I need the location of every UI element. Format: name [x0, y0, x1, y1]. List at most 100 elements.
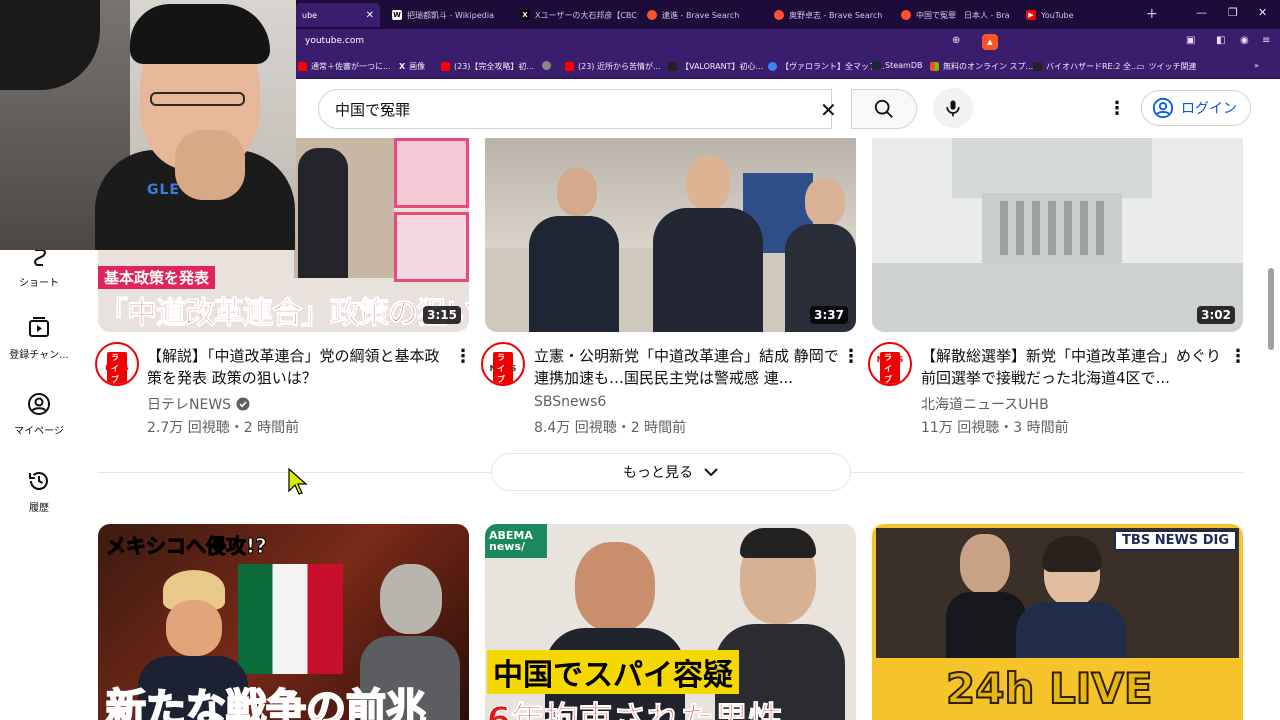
thumbnail-person [653, 156, 763, 332]
bookmark-label: 画像 [409, 62, 426, 71]
shirt-print: GLE [147, 182, 180, 198]
tab-label: 把瑞都凱斗 - Wikipedia [407, 10, 494, 20]
panel-icon[interactable]: ◧ [1216, 35, 1225, 46]
nav-item-shorts[interactable]: ショート [0, 248, 78, 289]
video-thumbnail[interactable]: ABEMA news/ 中国でスパイ容疑 6年拘束された男性 [485, 524, 856, 720]
maximize-icon[interactable]: ❐ [1228, 6, 1238, 19]
close-icon[interactable]: ✕ [366, 10, 374, 21]
bookmark-label: 【VALORANT】初心... [681, 62, 764, 71]
video-title[interactable]: 立憲・公明新党「中道改革連合」結成 静岡で連携加速も…国民民主党は警戒感 連..… [534, 345, 839, 389]
thumbnail-person [529, 168, 619, 332]
tab-youtube-active[interactable]: ube ✕ [296, 3, 380, 27]
thumbnail-panel [394, 212, 469, 282]
bookmark-folder[interactable]: ▭ ツイッチ関連 [1137, 61, 1197, 72]
video-thumbnail[interactable]: メキシコへ侵攻!? 新たな戦争の前兆 [98, 524, 469, 720]
thumbnail-caption: 「中道改革連合」政策の狙いは [98, 296, 469, 332]
menu-icon[interactable]: ≡ [1262, 35, 1270, 46]
settings-menu-icon[interactable]: ⋮ [1108, 98, 1126, 119]
login-button[interactable]: ログイン [1141, 90, 1251, 126]
bookmarks-overflow-icon[interactable]: » [1254, 61, 1259, 70]
thumbnail-tower [952, 138, 1152, 198]
youtube-icon: ▶ [1026, 10, 1036, 20]
page-scrollbar[interactable] [1268, 268, 1274, 350]
bookmark-label: ツイッチ関連 [1148, 62, 1197, 71]
video-meta: 11万 回視聴・3 時間前 [921, 420, 1069, 436]
folder-icon: ▭ [1137, 62, 1145, 71]
bookmark-label: (23)【完全攻略】初... [454, 62, 535, 71]
subscriptions-icon [29, 317, 49, 337]
video-menu-icon[interactable]: ⋮ [1229, 346, 1247, 367]
show-more-label: もっと見る [623, 465, 693, 481]
bookmark-label: SteamDB [885, 61, 923, 70]
live-badge: ライブ [493, 352, 513, 384]
video-thumbnail[interactable]: 3:37 [485, 138, 856, 332]
video-menu-icon[interactable]: ⋮ [842, 346, 860, 367]
x-icon: X [399, 62, 406, 71]
history-icon [29, 472, 48, 490]
video-thumbnail[interactable]: TBS NEWS DIG 24h LIVE [872, 524, 1243, 720]
minimize-icon[interactable]: — [1196, 6, 1207, 19]
voice-search-button[interactable] [933, 88, 973, 128]
tab-wikipedia[interactable]: W 把瑞都凱斗 - Wikipedia [386, 3, 510, 27]
youtube-browser-screen: ube ✕ W 把瑞都凱斗 - Wikipedia X Xユーザーの大石邦彦【C… [0, 0, 1280, 720]
video-thumbnail[interactable]: 3:02 [872, 138, 1243, 332]
mouse-cursor-icon [288, 467, 308, 495]
new-tab-icon[interactable]: + [1146, 6, 1158, 22]
tab-x-user[interactable]: X Xユーザーの大石邦彦【CBCテ [514, 3, 638, 27]
nav-item-subscriptions[interactable]: 登録チャン... [0, 316, 78, 361]
bookmark-item[interactable]: バイオハザードRE:2 全... [1033, 61, 1139, 72]
bookmark-item[interactable]: 【VALORANT】初心... [668, 61, 763, 72]
channel-name[interactable]: SBSnews6 [534, 394, 606, 410]
bookmark-item[interactable]: (23)【完全攻略】初... [441, 61, 534, 72]
thumbnail-building [872, 263, 1243, 332]
bookmark-label: 通常＋佐審が一つに... [311, 62, 391, 71]
tbs-news-dig-logo: TBS NEWS DIG [1114, 530, 1237, 551]
abema-logo: ABEMA news/ [485, 524, 547, 558]
channel-name[interactable]: 日テレNEWS [147, 394, 250, 414]
video-title[interactable]: 【解説】「中道改革連合」党の綱領と基本政策を発表 政策の狙いは？ [147, 345, 452, 389]
bookmark-item[interactable]: 【ヴァロラント】全マップ... [768, 61, 885, 72]
sidebar-icon[interactable]: ▣ [1186, 35, 1195, 46]
bookmark-item[interactable]: 無料のオンライン スプ... [930, 61, 1033, 72]
thumbnail-caption-bottom: 24h LIVE [945, 663, 1154, 714]
video-menu-icon[interactable]: ⋮ [454, 346, 472, 367]
channel-label: 日テレNEWS [147, 397, 232, 413]
tab-brave-search-3[interactable]: 中国で冤罪 日本人 - Bra [895, 3, 1019, 27]
shorts-icon [34, 249, 46, 266]
url-field[interactable]: youtube.com [305, 36, 364, 46]
close-window-icon[interactable]: ✕ [1258, 6, 1267, 19]
show-more-button[interactable]: もっと見る [491, 453, 851, 491]
bookmark-item[interactable]: 通常＋佐審が一つに... [298, 61, 391, 72]
tab-youtube[interactable]: ▶ YouTube [1020, 3, 1130, 27]
channel-avatar[interactable]: SBS NEWS ライブ [481, 342, 525, 386]
channel-avatar[interactable]: 日テレ NEWS ライブ [95, 342, 139, 386]
thumbnail-caption-top: 中国でスパイ容疑 [487, 650, 739, 694]
channel-avatar[interactable]: NEWS UHB ライブ [868, 342, 912, 386]
tab-brave-search-1[interactable]: 逮進 - Brave Search [641, 3, 765, 27]
search-input[interactable]: 中国で冤罪 [318, 89, 832, 129]
profile-icon[interactable]: ◉ [1240, 35, 1249, 46]
bookmark-favicon-icon [768, 62, 777, 71]
bookmark-item[interactable]: SteamDB [872, 61, 922, 70]
webcam-person-hand [175, 130, 245, 200]
brave-search-icon [647, 10, 657, 20]
bookmark-item[interactable]: (23) 近所から苦情が... [565, 61, 661, 72]
nav-item-my-page[interactable]: マイページ [0, 392, 78, 437]
search-icon [874, 99, 893, 118]
tab-brave-search-2[interactable]: 奥野卓志 - Brave Search [768, 3, 892, 27]
brave-shields-icon[interactable]: ▲ [982, 34, 998, 50]
clear-search-icon[interactable]: ✕ [820, 98, 837, 122]
video-duration: 3:37 [810, 306, 848, 324]
nav-item-history[interactable]: 履歴 [0, 469, 78, 514]
video-title[interactable]: 【解散総選挙】新党「中道改革連合」めぐり前回選挙で接戦だった北海道4区で... [921, 345, 1226, 389]
my-page-icon [28, 393, 50, 415]
wikipedia-icon: W [392, 10, 402, 20]
bookmark-item[interactable] [542, 61, 555, 70]
bookmark-item[interactable]: X 画像 [399, 61, 425, 72]
video-duration: 3:02 [1197, 306, 1235, 324]
steam-icon [872, 61, 881, 70]
channel-name[interactable]: 北海道ニュースUHB [921, 394, 1049, 414]
search-button[interactable] [851, 89, 917, 129]
nav-label: ショート [19, 278, 59, 289]
zoom-icon[interactable]: ⊕ [952, 35, 960, 46]
